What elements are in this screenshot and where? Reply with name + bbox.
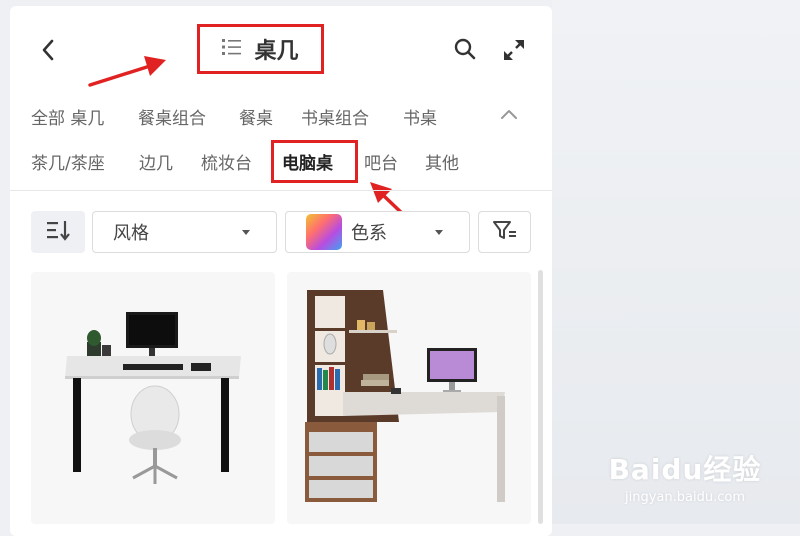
category-coffee-table[interactable]: 茶几/茶座 — [31, 149, 105, 174]
caret-down-icon — [242, 230, 250, 235]
scrollbar[interactable] — [538, 270, 543, 524]
style-dropdown[interactable]: 风格 — [92, 211, 277, 253]
header-divider — [10, 190, 552, 191]
sort-icon — [45, 219, 71, 245]
product-card[interactable] — [287, 272, 531, 524]
category-desk-set[interactable]: 书桌组合 — [301, 104, 369, 129]
product-image-desk-white — [31, 272, 275, 524]
style-dropdown-label: 风格 — [113, 223, 149, 244]
page-title: 桌几 — [254, 39, 299, 64]
search-icon[interactable] — [450, 34, 480, 64]
category-other[interactable]: 其他 — [425, 149, 459, 174]
category-bar[interactable]: 吧台 — [364, 149, 398, 174]
caret-down-icon — [435, 230, 443, 235]
filter-icon — [492, 219, 518, 245]
color-dropdown-label: 色系 — [351, 223, 387, 244]
active-category-highlight — [271, 140, 358, 183]
watermark-url: jingyan.baidu.com — [625, 490, 745, 505]
color-swatch-icon — [306, 214, 342, 250]
product-card[interactable] — [31, 272, 275, 524]
background-area — [552, 0, 800, 524]
chevron-up-icon[interactable] — [497, 104, 521, 124]
product-image-desk-bookshelf — [287, 272, 531, 524]
category-side-table[interactable]: 边几 — [139, 149, 173, 174]
watermark-main: Baidu经验 — [608, 453, 762, 486]
watermark: Baidu经验 jingyan.baidu.com — [600, 448, 770, 505]
category-all[interactable]: 全部 桌几 — [31, 104, 104, 129]
page-title-box[interactable]: 桌几 — [197, 24, 324, 74]
list-icon — [222, 38, 242, 60]
category-desk[interactable]: 书桌 — [403, 104, 437, 129]
chevron-left-icon[interactable] — [34, 36, 62, 64]
color-dropdown[interactable]: 色系 — [285, 211, 470, 253]
sort-button[interactable] — [31, 211, 85, 253]
expand-icon[interactable] — [498, 34, 530, 66]
filter-button[interactable] — [478, 211, 531, 253]
category-dresser[interactable]: 梳妆台 — [201, 149, 252, 174]
annotation-arrow-title — [88, 56, 166, 87]
category-dining-table[interactable]: 餐桌 — [239, 104, 273, 129]
category-dining-set[interactable]: 餐桌组合 — [138, 104, 206, 129]
